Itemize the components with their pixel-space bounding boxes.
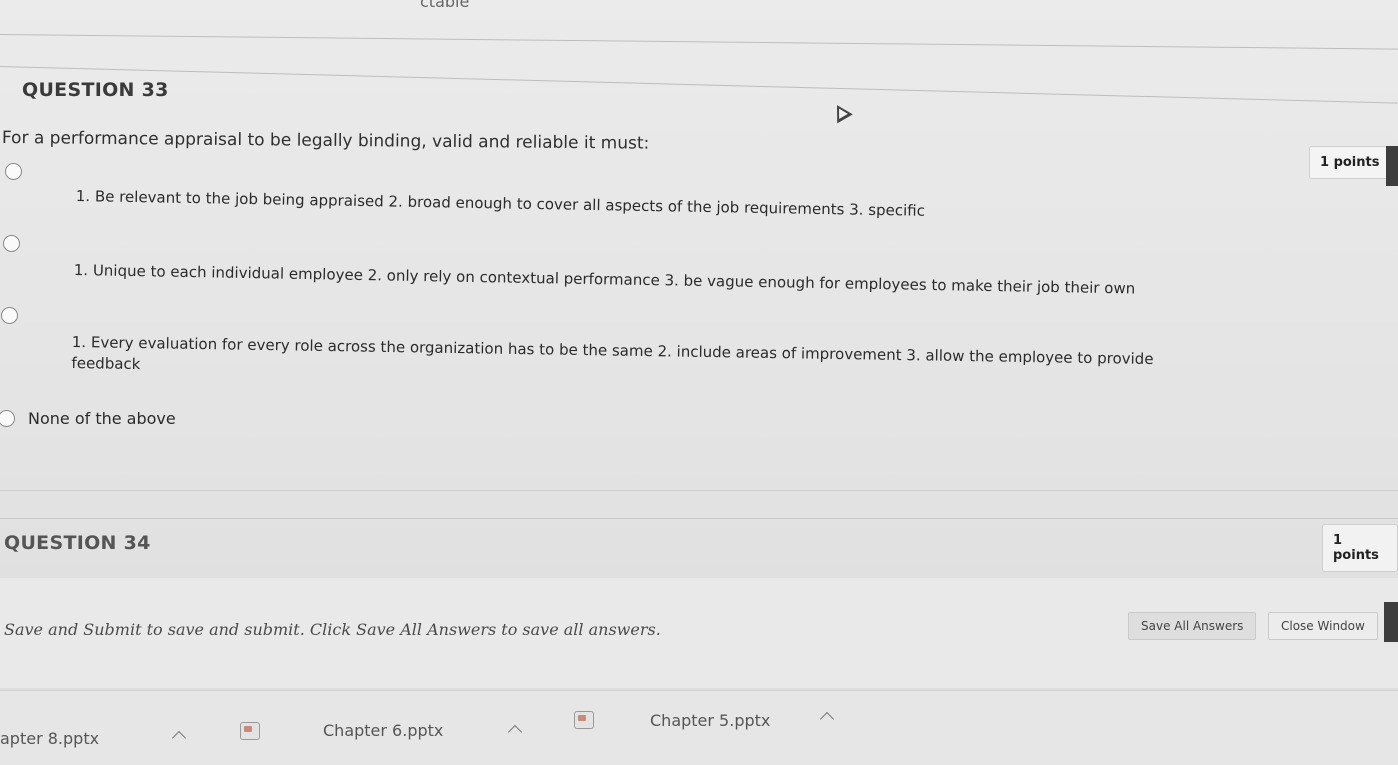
divider bbox=[0, 66, 1398, 104]
pptx-file-icon bbox=[574, 711, 594, 729]
save-all-answers-button[interactable]: Save All Answers bbox=[1128, 612, 1257, 640]
divider bbox=[0, 518, 1398, 519]
option-1-label: 1. Be relevant to the job being appraise… bbox=[75, 186, 926, 220]
divider bbox=[0, 34, 1398, 50]
option-4-radio[interactable] bbox=[0, 410, 15, 427]
question-33-header: QUESTION 33 bbox=[22, 79, 169, 101]
divider bbox=[0, 490, 1398, 491]
option-1-radio[interactable] bbox=[5, 163, 22, 180]
save-instructions: Save and Submit to save and submit. Clic… bbox=[4, 620, 661, 639]
cut-off-text: ctable bbox=[420, 0, 470, 11]
right-edge-bar bbox=[1384, 602, 1398, 642]
download-item-chapter-5[interactable]: Chapter 5.pptx bbox=[650, 711, 770, 730]
question-34-points: 1 points bbox=[1322, 524, 1398, 572]
option-3-radio[interactable] bbox=[1, 307, 18, 324]
option-4-label: None of the above bbox=[28, 409, 176, 428]
pptx-file-icon bbox=[240, 722, 260, 740]
close-window-button[interactable]: Close Window bbox=[1268, 612, 1378, 640]
question-34-header: QUESTION 34 bbox=[4, 532, 151, 554]
option-3-label: 1. Every evaluation for every role acros… bbox=[71, 332, 1154, 374]
download-item-chapter-6[interactable]: Chapter 6.pptx bbox=[323, 721, 443, 740]
question-33-points: 1 points bbox=[1309, 146, 1391, 179]
download-item-chapter-8[interactable]: apter 8.pptx bbox=[0, 729, 99, 748]
quiz-page: ctable QUESTION 33 For a performance app… bbox=[0, 0, 1398, 765]
mouse-cursor-icon bbox=[829, 100, 853, 124]
option-2-label: 1. Unique to each individual employee 2.… bbox=[73, 260, 1136, 298]
option-2-radio[interactable] bbox=[3, 235, 20, 252]
right-edge-bar bbox=[1386, 146, 1398, 186]
question-33-text: For a performance appraisal to be legall… bbox=[1, 128, 650, 154]
